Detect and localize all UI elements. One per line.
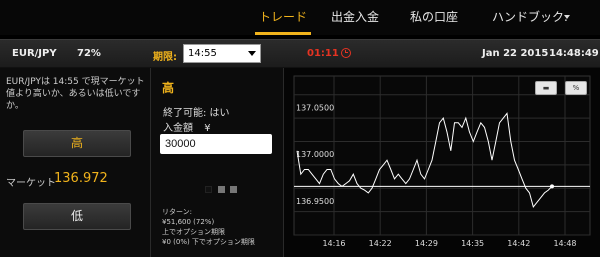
trade-bar: EUR/JPY 72% 期限: 14:55 01:11 Jan 22 2015 … [0,39,600,68]
x-tick-label: 14:16 [322,239,345,248]
yen-symbol: ¥ [204,123,211,134]
expiry-label: 期限: [153,52,177,63]
asset-pair: EUR/JPY [12,48,57,59]
market-value: 136.972 [54,171,108,186]
step-dot-3 [230,186,237,193]
top-nav: トレード 出金入金 私の口座 ハンドブック. [0,0,600,35]
step-dot-1 [205,186,212,193]
price-chart: 14:16 14:22 14:29 14:35 14:42 14:48 137.0500 13… [293,75,591,248]
question-text: EUR/JPYは 14:55 で現マーケット値より高いか、あるいは低いですか。 [6,77,145,111]
high-button[interactable]: 高 [23,130,131,157]
deposit-label: 入金額 [163,123,193,134]
current-price-point [550,184,554,189]
return-value: ¥51,600 (72%) [162,218,215,226]
nav-handbook[interactable]: ハンドブック. [492,0,568,35]
selected-direction: 高 [162,81,175,95]
step-dot-2 [218,186,225,193]
chevron-down-icon [248,51,256,56]
countdown-timer: 01:11 [307,48,339,59]
left-panel: EUR/JPYは 14:55 で現マーケット値より高いか、あるいは低いですか。 … [0,68,151,257]
x-tick-label: 14:35 [461,239,484,248]
y-tick-label: 136.9500 [296,197,334,206]
y-tick-label: 137.0000 [296,150,334,159]
x-tick-label: 14:48 [553,239,576,248]
current-time: 14:48:49 [549,48,599,59]
x-tick-label: 14:29 [415,239,438,248]
low-button[interactable]: 低 [23,203,131,230]
deposit-amount-label: 入金額 ¥ [163,119,211,134]
expiry-select[interactable]: 14:55 [183,44,261,63]
market-label: マーケット [6,178,56,189]
chart-type-icon[interactable]: ▬ [535,81,557,95]
percent-icon[interactable]: % [565,81,587,95]
zero-return: ¥0 (0%) 下でオプション期限 [162,238,255,246]
amount-input[interactable] [160,134,272,154]
clock-icon [341,48,351,58]
y-tick-label: 137.0500 [296,103,334,112]
nav-my-account[interactable]: 私の口座 [410,0,458,35]
closable-status: 終了可能: はい [163,108,230,119]
return-info: リターン: ¥51,600 (72%) 上でオプション期限 ¥0 (0%) 下で… [162,207,255,247]
x-tick-label: 14:42 [507,239,530,248]
chart-panel: ▬ % 14:16 14:22 14:29 14:35 14:42 14:48 137.05… [284,68,600,257]
return-label: リターン: [162,208,193,216]
current-date: Jan 22 2015 [482,48,549,59]
nav-trade[interactable]: トレード [254,0,312,35]
expiry-value: 14:55 [188,48,217,59]
x-tick-label: 14:22 [369,239,392,248]
order-panel: 高 終了可能: はい 入金額 ¥ リターン: ¥51,600 (72%) 上でオ… [151,68,284,257]
chevron-down-icon[interactable] [564,15,570,19]
payout-percent: 72% [77,48,101,59]
nav-deposit-withdraw[interactable]: 出金入金 [331,0,379,35]
return-note: 上でオプション期限 [162,228,225,236]
